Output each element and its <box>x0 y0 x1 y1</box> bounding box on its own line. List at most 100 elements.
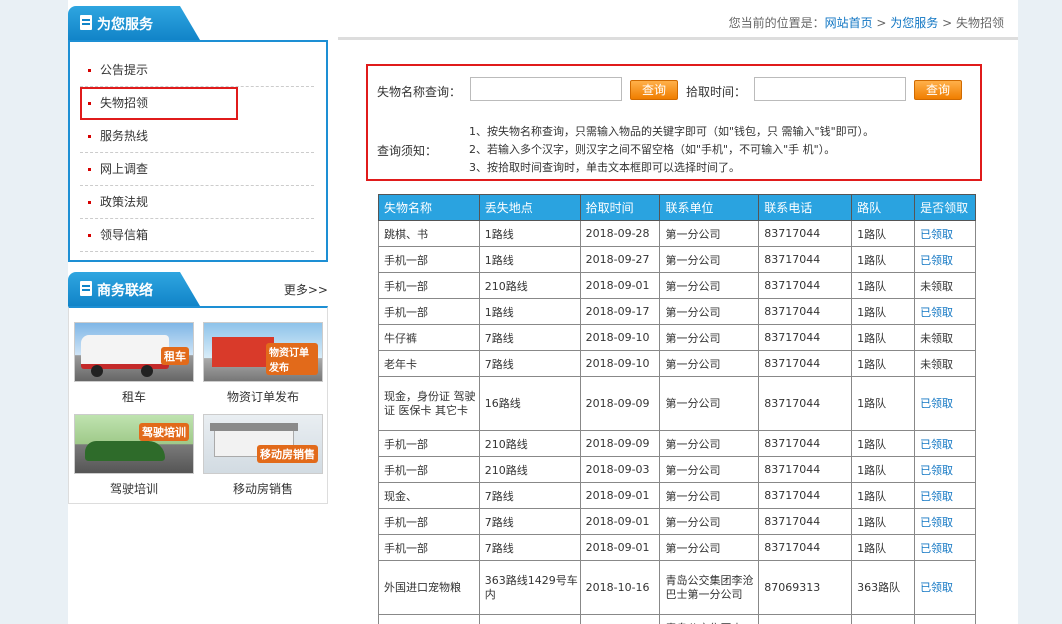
table-cell: 1路线 <box>478 298 581 325</box>
card-label[interactable]: 物资订单发布 <box>203 388 323 405</box>
service-menu-item[interactable]: 失物招领 <box>80 87 238 120</box>
column-header: 联系单位 <box>659 194 760 221</box>
table-row: 青岛公交集团李 <box>378 614 976 624</box>
name-query-label: 失物名称查询： <box>377 85 462 99</box>
item-name-input[interactable] <box>470 77 622 101</box>
table-cell: 1路队 <box>851 482 916 509</box>
service-menu-item[interactable]: 政策法规 <box>80 186 314 219</box>
claimed-link[interactable]: 已领取 <box>920 254 953 267</box>
table-cell: 现金，身份证 驾驶证 医保卡 其它卡 <box>378 376 480 431</box>
claimed-link[interactable]: 已领取 <box>920 228 953 241</box>
table-cell: 83717044 <box>758 508 853 535</box>
table-cell: 83717044 <box>758 220 853 247</box>
page-container: 为您服务 公告提示 失物招领 服务热线 网上调查 政策法规 领导信箱 商务联络 更多>> … <box>68 0 1018 624</box>
claimed-link[interactable]: 已领取 <box>920 542 953 555</box>
table-cell: 手机一部 <box>378 430 480 457</box>
service-menu-item[interactable]: 网上调查 <box>80 153 314 186</box>
services-box: 为您服务 公告提示 失物招领 服务热线 网上调查 政策法规 领导信箱 <box>68 6 328 262</box>
table-cell: 83717044 <box>758 376 853 431</box>
claimed-link[interactable]: 已领取 <box>920 464 953 477</box>
table-cell: 手机一部 <box>378 456 480 483</box>
search-panel: 失物名称查询： 查询 拾取时间： 查询 查询须知： 1、按失物名称查询，只需输入… <box>366 64 982 181</box>
pickup-time-input[interactable] <box>754 77 906 101</box>
business-header: 商务联络 更多>> <box>68 272 328 306</box>
card-mobile-house[interactable]: 移动房销售 移动房销售 <box>203 414 323 497</box>
table-cell: 手机一部 <box>378 298 480 325</box>
table-row: 手机一部 1路线 2018-09-27 第一分公司 83717044 1路队 已领取 <box>378 246 976 273</box>
card-driving-training[interactable]: 驾驶培训 驾驶培训 <box>74 414 194 497</box>
table-cell: 1路队 <box>851 508 916 535</box>
table-cell: 83717044 <box>758 350 853 377</box>
table-cell: 1路队 <box>851 246 916 273</box>
table-cell: 1路队 <box>851 456 916 483</box>
card-order-publish[interactable]: 物资订单发布 物资订单发布 <box>203 322 323 405</box>
breadcrumb-prefix: 您当前的位置是： <box>728 16 825 30</box>
claimed-link[interactable]: 已领取 <box>920 490 953 503</box>
card-car-rental[interactable]: 租车 租车 <box>74 322 194 405</box>
services-title: 为您服务 <box>97 17 153 33</box>
table-cell: 1路队 <box>851 376 916 431</box>
card-label[interactable]: 租车 <box>74 388 194 405</box>
mobile-house-image[interactable]: 移动房销售 <box>203 414 323 474</box>
service-menu-item[interactable]: 服务热线 <box>80 120 314 153</box>
table-row: 外国进口宠物粮 363路线1429号车内 2018-10-16 青岛公交集团李沧巴士第… <box>378 560 976 615</box>
table-cell <box>579 614 661 624</box>
claimed-link[interactable]: 已领取 <box>920 516 953 529</box>
table-cell: 第一分公司 <box>659 430 760 457</box>
claimed-link[interactable]: 已领取 <box>920 581 953 594</box>
breadcrumb-section-link[interactable]: 为您服务 <box>890 16 938 30</box>
breadcrumb-separator: > <box>938 16 956 30</box>
table-cell: 第一分公司 <box>659 324 760 351</box>
card-label[interactable]: 驾驶培训 <box>74 480 194 497</box>
table-cell: 2018-10-16 <box>579 560 661 615</box>
card-label[interactable]: 移动房销售 <box>203 480 323 497</box>
table-cell: 第一分公司 <box>659 272 760 299</box>
bus-image[interactable]: 租车 <box>74 322 194 382</box>
table-row: 手机一部 7路线 2018-09-01 第一分公司 83717044 1路队 已领取 <box>378 534 976 561</box>
table-row: 牛仔裤 7路线 2018-09-10 第一分公司 83717044 1路队 未领取 <box>378 324 976 351</box>
table-row: 跳棋、书 1路线 2018-09-28 第一分公司 83717044 1路队 已领取 <box>378 220 976 247</box>
table-cell: 老年卡 <box>378 350 480 377</box>
table-cell: 第一分公司 <box>659 220 760 247</box>
table-cell: 2018-09-10 <box>579 350 661 377</box>
more-link[interactable]: 更多>> <box>284 281 328 298</box>
document-icon <box>80 281 92 296</box>
truck-image[interactable]: 物资订单发布 <box>203 322 323 382</box>
claimed-link[interactable]: 已领取 <box>920 397 953 410</box>
name-query-button[interactable]: 查询 <box>630 80 678 100</box>
table-cell: 2018-09-01 <box>579 534 661 561</box>
claimed-link[interactable]: 已领取 <box>920 306 953 319</box>
table-cell: 已领取 <box>914 560 976 615</box>
table-cell: 手机一部 <box>378 246 480 273</box>
table-cell: 2018-09-03 <box>579 456 661 483</box>
service-menu-item[interactable]: 领导信箱 <box>80 219 314 252</box>
service-menu-item[interactable]: 公告提示 <box>80 54 314 87</box>
table-row: 老年卡 7路线 2018-09-10 第一分公司 83717044 1路队 未领取 <box>378 350 976 377</box>
table-header-row: 失物名称 丢失地点 拾取时间 联系单位 联系电话 路队 是否领取 <box>378 194 976 221</box>
table-cell: 外国进口宠物粮 <box>378 560 480 615</box>
note-line: 2、若输入多个汉字，则汉字之间不留空格（如"手机"，不可输入"手 机"）。 <box>469 143 836 156</box>
table-cell <box>378 614 480 624</box>
breadcrumb-current: 失物招领 <box>955 16 1004 30</box>
table-cell: 1路队 <box>851 430 916 457</box>
claimed-link[interactable]: 已领取 <box>920 438 953 451</box>
table-cell: 7路线 <box>478 350 581 377</box>
table-row: 手机一部 210路线 2018-09-09 第一分公司 83717044 1路队 已领取 <box>378 430 976 457</box>
sportscar-image[interactable]: 驾驶培训 <box>74 414 194 474</box>
table-row: 手机一部 1路线 2018-09-17 第一分公司 83717044 1路队 已领取 <box>378 298 976 325</box>
column-header: 路队 <box>851 194 916 221</box>
table-cell: 手机一部 <box>378 534 480 561</box>
pickup-time-label: 拾取时间： <box>686 85 747 99</box>
table-cell: 2018-09-01 <box>579 482 661 509</box>
card-tag: 驾驶培训 <box>139 423 189 441</box>
table-cell: 1路队 <box>851 324 916 351</box>
table-row: 手机一部 210路线 2018-09-01 第一分公司 83717044 1路队 未领取 <box>378 272 976 299</box>
column-header: 是否领取 <box>914 194 976 221</box>
table-cell: 1路队 <box>851 272 916 299</box>
breadcrumb-home-link[interactable]: 网站首页 <box>825 16 873 30</box>
table-row: 手机一部 7路线 2018-09-01 第一分公司 83717044 1路队 已领取 <box>378 508 976 535</box>
services-header: 为您服务 <box>68 6 328 40</box>
time-query-button[interactable]: 查询 <box>914 80 962 100</box>
table-cell: 2018-09-10 <box>579 324 661 351</box>
table-cell: 16路线 <box>478 376 581 431</box>
